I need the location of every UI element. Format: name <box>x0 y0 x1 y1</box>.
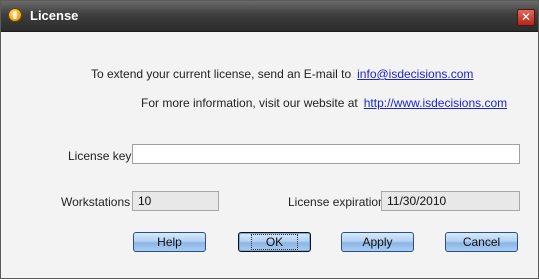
window-title: License <box>30 8 79 23</box>
email-info-text: To extend your current license, send an … <box>91 67 352 81</box>
workstations-label: Workstations <box>61 195 131 209</box>
license-key-label: License key <box>68 149 132 163</box>
website-info-text: For more information, visit our website … <box>141 96 358 110</box>
close-icon[interactable]: ✕ <box>517 9 535 26</box>
website-link[interactable]: http://www.isdecisions.com <box>364 96 507 110</box>
workstations-field: 10 <box>132 191 219 211</box>
apply-button[interactable]: Apply <box>341 232 414 252</box>
email-link[interactable]: info@isdecisions.com <box>357 67 473 81</box>
ok-button[interactable]: OK <box>238 232 311 252</box>
app-icon <box>8 8 22 22</box>
license-key-input[interactable] <box>132 144 520 164</box>
cancel-button[interactable]: Cancel <box>445 232 518 252</box>
ok-button-label: OK <box>250 234 299 250</box>
title-bar[interactable]: License ✕ <box>1 1 538 32</box>
license-dialog: License ✕ To extend your current license… <box>0 0 539 279</box>
email-info-line: To extend your current license, send an … <box>91 67 473 81</box>
license-expiration-field: 11/30/2010 <box>381 191 520 211</box>
website-info-line: For more information, visit our website … <box>141 96 507 110</box>
help-button[interactable]: Help <box>133 232 206 252</box>
license-expiration-label: License expiration <box>288 195 385 209</box>
